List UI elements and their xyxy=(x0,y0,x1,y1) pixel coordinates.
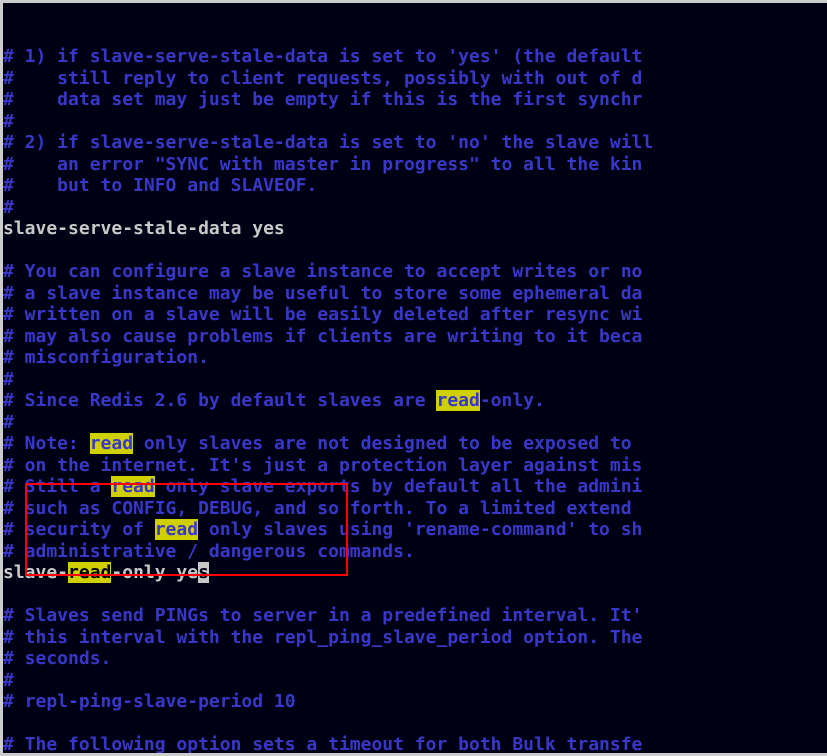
line-11: # a slave instance may be useful to stor… xyxy=(3,283,827,305)
line-12: # written on a slave will be easily dele… xyxy=(3,304,827,326)
line-8: slave-serve-stale-data yes xyxy=(3,218,827,240)
line-5: # an error "SYNC with master in progress… xyxy=(3,154,827,176)
line-0: # 1) if slave-serve-stale-data is set to… xyxy=(3,46,827,68)
line-17: # xyxy=(3,412,827,434)
line-29: # xyxy=(3,670,827,692)
line-7: # xyxy=(3,197,827,219)
line-32: # The following option sets a timeout fo… xyxy=(3,734,827,756)
line-24: slave-read-only yes xyxy=(3,562,827,584)
line-21: # such as CONFIG, DEBUG, and so forth. T… xyxy=(3,498,827,520)
terminal-content: # 1) if slave-serve-stale-data is set to… xyxy=(3,46,827,756)
line-28: # seconds. xyxy=(3,648,827,670)
line-31 xyxy=(3,713,827,735)
line-20: # Still a read only slave exports by def… xyxy=(3,476,827,498)
line-30: # repl-ping-slave-period 10 xyxy=(3,691,827,713)
line-26: # Slaves send PINGs to server in a prede… xyxy=(3,605,827,627)
terminal-window[interactable]: # 1) if slave-serve-stale-data is set to… xyxy=(0,0,827,756)
line-6: # but to INFO and SLAVEOF. xyxy=(3,175,827,197)
line-9 xyxy=(3,240,827,262)
line-13: # may also cause problems if clients are… xyxy=(3,326,827,348)
line-3: # xyxy=(3,111,827,133)
line-27: # this interval with the repl_ping_slave… xyxy=(3,627,827,649)
line-4: # 2) if slave-serve-stale-data is set to… xyxy=(3,132,827,154)
line-10: # You can configure a slave instance to … xyxy=(3,261,827,283)
line-18: # Note: read only slaves are not designe… xyxy=(3,433,827,455)
line-14: # misconfiguration. xyxy=(3,347,827,369)
line-19: # on the internet. It's just a protectio… xyxy=(3,455,827,477)
line-1: # still reply to client requests, possib… xyxy=(3,68,827,90)
cursor: s xyxy=(198,562,209,583)
line-22: # security of read only slaves using 're… xyxy=(3,519,827,541)
line-15: # xyxy=(3,369,827,391)
line-25 xyxy=(3,584,827,606)
line-16: # Since Redis 2.6 by default slaves are … xyxy=(3,390,827,412)
line-23: # administrative / dangerous commands. xyxy=(3,541,827,563)
line-2: # data set may just be empty if this is … xyxy=(3,89,827,111)
